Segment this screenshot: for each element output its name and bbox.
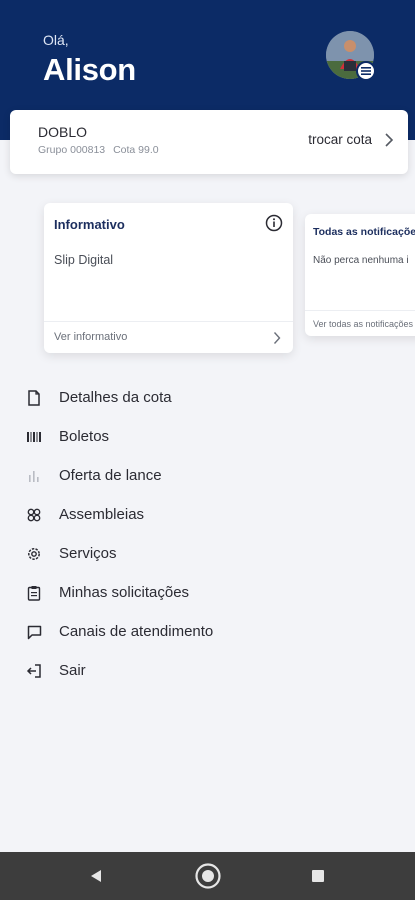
menu-item-bills[interactable]: Boletos [0, 418, 415, 457]
see-all-notifications-link[interactable]: Ver todas as notificações [313, 319, 413, 329]
menu-item-label: Minhas solicitações [59, 584, 190, 601]
menu-item-label: Canais de atendimento [59, 623, 214, 640]
menu-item-label: Oferta de lance [59, 467, 162, 484]
info-card[interactable]: Informativo Slip Digital Ver informativo [44, 203, 293, 353]
home-icon[interactable] [194, 862, 222, 890]
main-menu: Detalhes da cota Boletos Oferta de lance… [0, 379, 415, 691]
recent-apps-icon[interactable] [304, 862, 332, 890]
bar-chart-icon [25, 467, 43, 485]
barcode-icon [25, 428, 43, 446]
chevron-right-icon[interactable] [384, 132, 394, 153]
menu-item-logout[interactable]: Sair [0, 652, 415, 691]
logout-icon [25, 662, 43, 680]
info-icon[interactable] [265, 214, 283, 237]
menu-item-requests[interactable]: Minhas solicitações [0, 574, 415, 613]
info-card-title: Informativo [54, 217, 125, 232]
notifications-card-footer[interactable]: Ver todas as notificações [305, 310, 415, 336]
user-name: Alison [43, 52, 136, 87]
menu-item-label: Serviços [59, 545, 117, 562]
swap-quota-button[interactable]: trocar cota [308, 132, 372, 147]
chevron-right-icon [273, 331, 281, 350]
menu-item-services[interactable]: Serviços [0, 535, 415, 574]
menu-item-label: Sair [59, 662, 86, 679]
notifications-card[interactable]: Todas as notificações Não perca nenhuma … [305, 214, 415, 336]
notifications-card-title: Todas as notificações [313, 226, 415, 238]
info-card-body: Slip Digital [54, 253, 114, 267]
quota-group: Grupo 000813 [38, 144, 106, 156]
people-icon [25, 506, 43, 524]
clipboard-icon [25, 584, 43, 602]
menu-item-label: Detalhes da cota [59, 389, 172, 406]
document-icon [25, 389, 43, 407]
info-card-footer[interactable]: Ver informativo [44, 321, 293, 353]
menu-item-support-channels[interactable]: Canais de atendimento [0, 613, 415, 652]
quota-card: DOBLO Grupo 000813 Cota 99.0 trocar cota [10, 110, 408, 174]
quota-number: Cota 99.0 [113, 144, 159, 156]
back-icon[interactable] [82, 862, 110, 890]
quota-name: DOBLO [38, 124, 88, 140]
menu-icon[interactable] [356, 61, 376, 81]
menu-item-label: Boletos [59, 428, 110, 445]
menu-item-label: Assembleias [59, 506, 145, 523]
gear-icon [25, 545, 43, 563]
greeting-text: Olá, [43, 32, 69, 48]
quota-details: Grupo 000813 Cota 99.0 [38, 144, 164, 156]
system-nav-bar [0, 852, 415, 900]
chat-icon [25, 623, 43, 641]
menu-item-quota-details[interactable]: Detalhes da cota [0, 379, 415, 418]
notifications-card-body: Não perca nenhuma i [313, 255, 409, 266]
menu-item-bid-offer[interactable]: Oferta de lance [0, 457, 415, 496]
see-info-link[interactable]: Ver informativo [54, 331, 127, 343]
menu-item-assemblies[interactable]: Assembleias [0, 496, 415, 535]
